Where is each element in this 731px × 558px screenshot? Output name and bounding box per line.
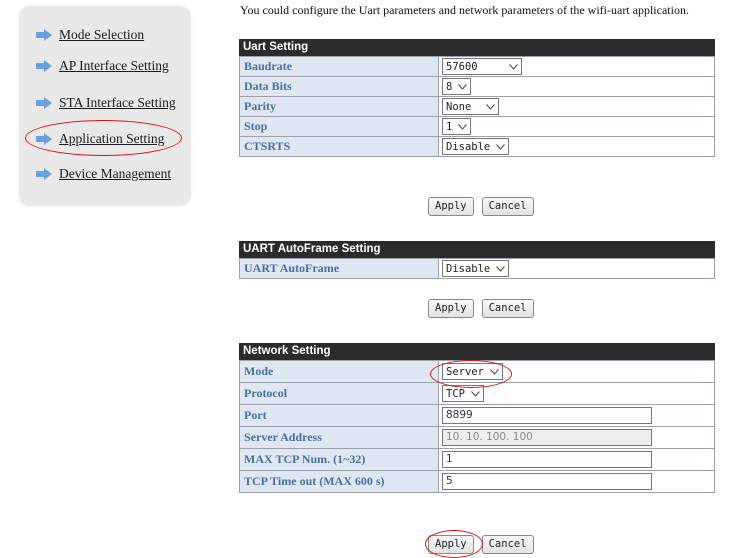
uart-button-row: Apply Cancel (428, 197, 534, 216)
stop-bits-select[interactable]: 1 (442, 118, 472, 135)
field-label: Baudrate (239, 56, 439, 77)
uart-setting-section: Uart Setting Baudrate 57600 Data Bits 8 … (239, 39, 715, 157)
table-row: Baudrate 57600 (239, 56, 715, 77)
max-tcp-num-input[interactable]: 1 (442, 451, 652, 468)
table-row: Protocol TCP (239, 382, 715, 405)
sidebar-item-mode-selection[interactable]: Mode Selection (36, 27, 144, 43)
field-label: Mode (239, 360, 439, 383)
field-label: Port (239, 404, 439, 427)
select-value: TCP (446, 387, 465, 400)
table-row: UART AutoFrame Disable (239, 258, 715, 279)
sidebar-item-device-management[interactable]: Device Management (36, 166, 171, 182)
arrow-right-icon (36, 60, 52, 72)
section-header: Network Setting (239, 343, 715, 360)
uart-autoframe-select[interactable]: Disable (442, 260, 510, 277)
table-row: Stop 1 (239, 116, 715, 137)
chevron-down-icon (471, 391, 480, 397)
network-button-row: Apply Cancel (428, 535, 534, 554)
sidebar-item-label: Device Management (59, 166, 172, 181)
arrow-right-icon (36, 97, 52, 109)
port-input[interactable]: 8899 (442, 407, 652, 424)
autoframe-setting-section: UART AutoFrame Setting UART AutoFrame Di… (239, 241, 715, 279)
field-label: TCP Time out (MAX 600 s) (239, 470, 439, 493)
network-setting-section: Network Setting Mode Server Protocol TCP… (239, 343, 715, 493)
sidebar-menu: Mode Selection AP Interface Setting STA … (20, 7, 190, 205)
field-label: MAX TCP Num. (1~32) (239, 448, 439, 471)
autoframe-button-row: Apply Cancel (428, 299, 534, 318)
uart-cancel-button[interactable]: Cancel (481, 197, 534, 216)
chevron-down-icon (509, 64, 518, 70)
select-value: Disable (446, 262, 491, 275)
chevron-down-icon (486, 104, 495, 110)
table-row: Port 8899 (239, 404, 715, 427)
field-label: Stop (239, 116, 439, 137)
table-row: TCP Time out (MAX 600 s) 5 (239, 470, 715, 493)
table-row: Mode Server (239, 360, 715, 383)
select-value: 1 (446, 120, 453, 133)
arrow-right-icon (36, 133, 52, 145)
protocol-select[interactable]: TCP (442, 385, 484, 402)
uart-apply-button[interactable]: Apply (428, 197, 474, 216)
chevron-down-icon (458, 124, 467, 130)
field-label: Data Bits (239, 76, 439, 97)
sidebar-item-label: STA Interface Setting (59, 95, 176, 110)
data-bits-select[interactable]: 8 (442, 78, 472, 95)
table-row: MAX TCP Num. (1~32) 1 (239, 448, 715, 471)
network-apply-button[interactable]: Apply (428, 535, 474, 554)
select-value: Disable (446, 140, 491, 153)
server-address-input: 10. 10. 100. 100 (442, 429, 652, 446)
chevron-down-icon (458, 84, 467, 90)
arrow-right-icon (36, 168, 52, 180)
field-label: Server Address (239, 426, 439, 449)
page-description: You could configure the Uart parameters … (240, 3, 689, 17)
tcp-timeout-input[interactable]: 5 (442, 473, 652, 490)
sidebar-item-label: Mode Selection (59, 27, 145, 42)
chevron-down-icon (496, 266, 505, 272)
table-row: Parity None (239, 96, 715, 117)
autoframe-apply-button[interactable]: Apply (428, 299, 474, 318)
sidebar-item-label: AP Interface Setting (59, 58, 169, 73)
sidebar-item-sta-interface[interactable]: STA Interface Setting (36, 95, 176, 111)
sidebar-item-ap-interface[interactable]: AP Interface Setting (36, 58, 169, 74)
chevron-down-icon (490, 369, 499, 375)
baudrate-select[interactable]: 57600 (442, 58, 522, 75)
sidebar-item-application-setting[interactable]: Application Setting (36, 131, 164, 147)
autoframe-cancel-button[interactable]: Cancel (481, 299, 534, 318)
table-row: Data Bits 8 (239, 76, 715, 97)
select-value: 57600 (446, 60, 478, 73)
network-cancel-button[interactable]: Cancel (481, 535, 534, 554)
parity-select[interactable]: None (442, 98, 499, 115)
arrow-right-icon (36, 29, 52, 41)
select-value: None (446, 100, 472, 113)
table-row: CTSRTS Disable (239, 136, 715, 157)
field-label: Parity (239, 96, 439, 117)
sidebar-item-label: Application Setting (59, 131, 165, 146)
chevron-down-icon (496, 144, 505, 150)
section-header: UART AutoFrame Setting (239, 241, 715, 258)
ctsrts-select[interactable]: Disable (442, 138, 510, 155)
field-label: Protocol (239, 382, 439, 405)
select-value: 8 (446, 80, 453, 93)
field-label: UART AutoFrame (239, 258, 439, 279)
table-row: Server Address 10. 10. 100. 100 (239, 426, 715, 449)
select-value: Server (446, 365, 484, 378)
section-header: Uart Setting (239, 39, 715, 56)
mode-select[interactable]: Server (442, 363, 503, 380)
field-label: CTSRTS (239, 136, 439, 157)
